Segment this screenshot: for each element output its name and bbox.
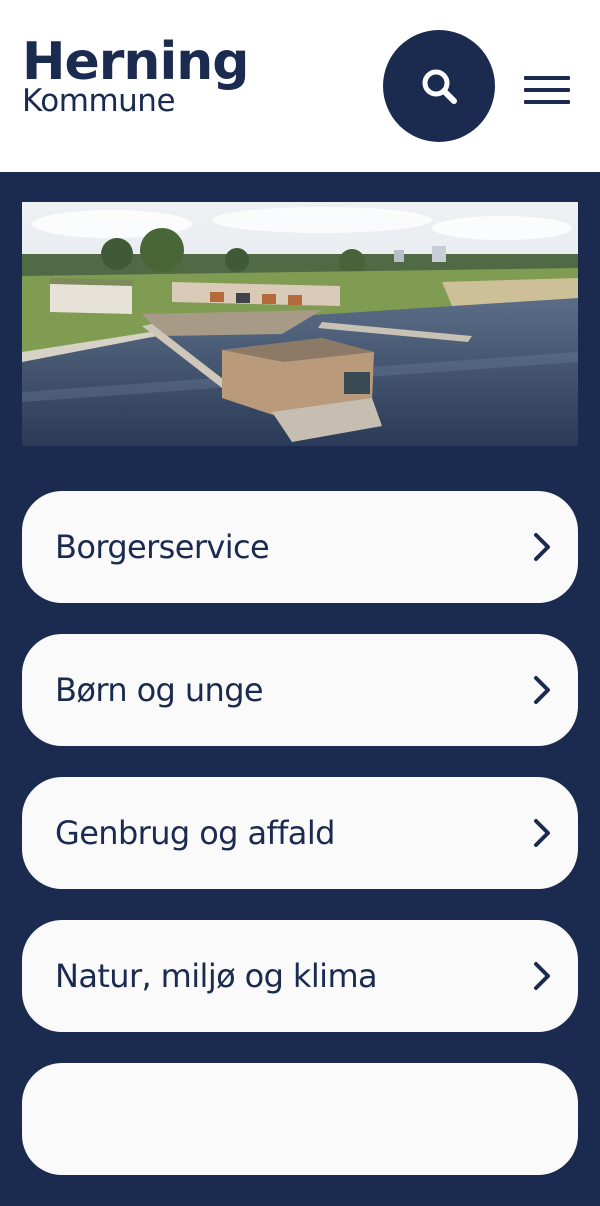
nav-item-label: Borgerservice — [55, 528, 270, 566]
chevron-right-icon — [534, 819, 550, 847]
menu-button[interactable] — [524, 76, 570, 104]
herning-kommune-logo[interactable]: Herning Kommune — [22, 32, 250, 117]
hamburger-menu-icon — [524, 76, 570, 80]
nav-item-label: Natur, miljø og klima — [55, 957, 378, 995]
nav-item-label: Genbrug og affald — [55, 814, 335, 852]
nav-item-borgerservice[interactable]: Borgerservice — [22, 491, 578, 603]
site-header: Herning Kommune — [0, 0, 600, 172]
search-button[interactable] — [383, 30, 495, 142]
nav-item-natur-miljo-og-klima[interactable]: Natur, miljø og klima — [22, 920, 578, 1032]
hero-image — [22, 202, 578, 446]
nav-item-born-og-unge[interactable]: Børn og unge — [22, 634, 578, 746]
hamburger-menu-icon-bar — [524, 88, 570, 92]
search-icon — [422, 69, 457, 104]
chevron-right-icon — [534, 676, 550, 704]
logo-main-text: Herning — [22, 32, 250, 92]
chevron-right-icon — [534, 533, 550, 561]
chevron-right-icon — [534, 962, 550, 990]
main-content: Borgerservice Børn og unge Genbrug og af… — [0, 172, 600, 1175]
nav-item-partial[interactable] — [22, 1063, 578, 1175]
topic-navigation-list: Borgerservice Børn og unge Genbrug og af… — [22, 491, 578, 1206]
hamburger-menu-icon-bar — [524, 100, 570, 104]
nav-item-label: Børn og unge — [55, 671, 264, 709]
nav-item-genbrug-og-affald[interactable]: Genbrug og affald — [22, 777, 578, 889]
